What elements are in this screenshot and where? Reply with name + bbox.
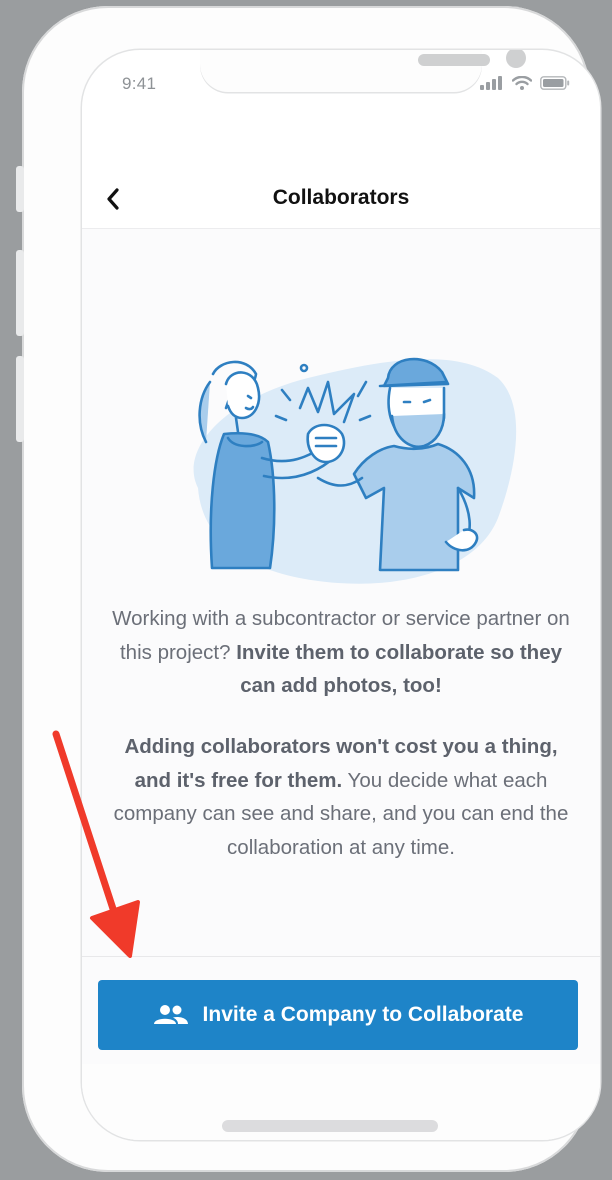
- mute-switch: [16, 166, 24, 212]
- page-title: Collaborators: [272, 186, 410, 209]
- home-indicator[interactable]: [222, 1120, 438, 1132]
- divider: [82, 956, 600, 957]
- invite-company-label: Invite a Company to Collaborate: [202, 1003, 524, 1026]
- phone-screen: 9:41 Collaborators Working with a subcon…: [82, 50, 600, 1140]
- phone-frame: 9:41 Collaborators Working with a subcon…: [16, 6, 600, 1172]
- invite-company-button[interactable]: Invite a Company to Collaborate: [98, 980, 578, 1050]
- speaker: [418, 54, 490, 66]
- intro-bold-text: Invite them to collaborate so they can a…: [236, 640, 563, 698]
- volume-down-button: [16, 356, 24, 442]
- home-bar-area: [82, 1064, 600, 1140]
- front-camera: [506, 50, 526, 68]
- signal-icon: [480, 76, 502, 90]
- high-five-illustration: [193, 357, 517, 584]
- app-content: Collaborators Working with a subcontract…: [82, 170, 600, 1140]
- volume-up-button: [16, 250, 24, 336]
- intro-paragraph: Working with a subcontractor or service …: [110, 602, 572, 703]
- battery-icon: [540, 76, 570, 90]
- wifi-icon: [512, 76, 532, 90]
- nav-bar: Collaborators: [82, 170, 600, 229]
- notch: [200, 50, 526, 92]
- status-icons: [480, 76, 570, 90]
- people-icon: [153, 1005, 188, 1024]
- pricing-paragraph: Adding collaborators won't cost you a th…: [110, 730, 572, 864]
- status-time: 9:41: [122, 74, 157, 93]
